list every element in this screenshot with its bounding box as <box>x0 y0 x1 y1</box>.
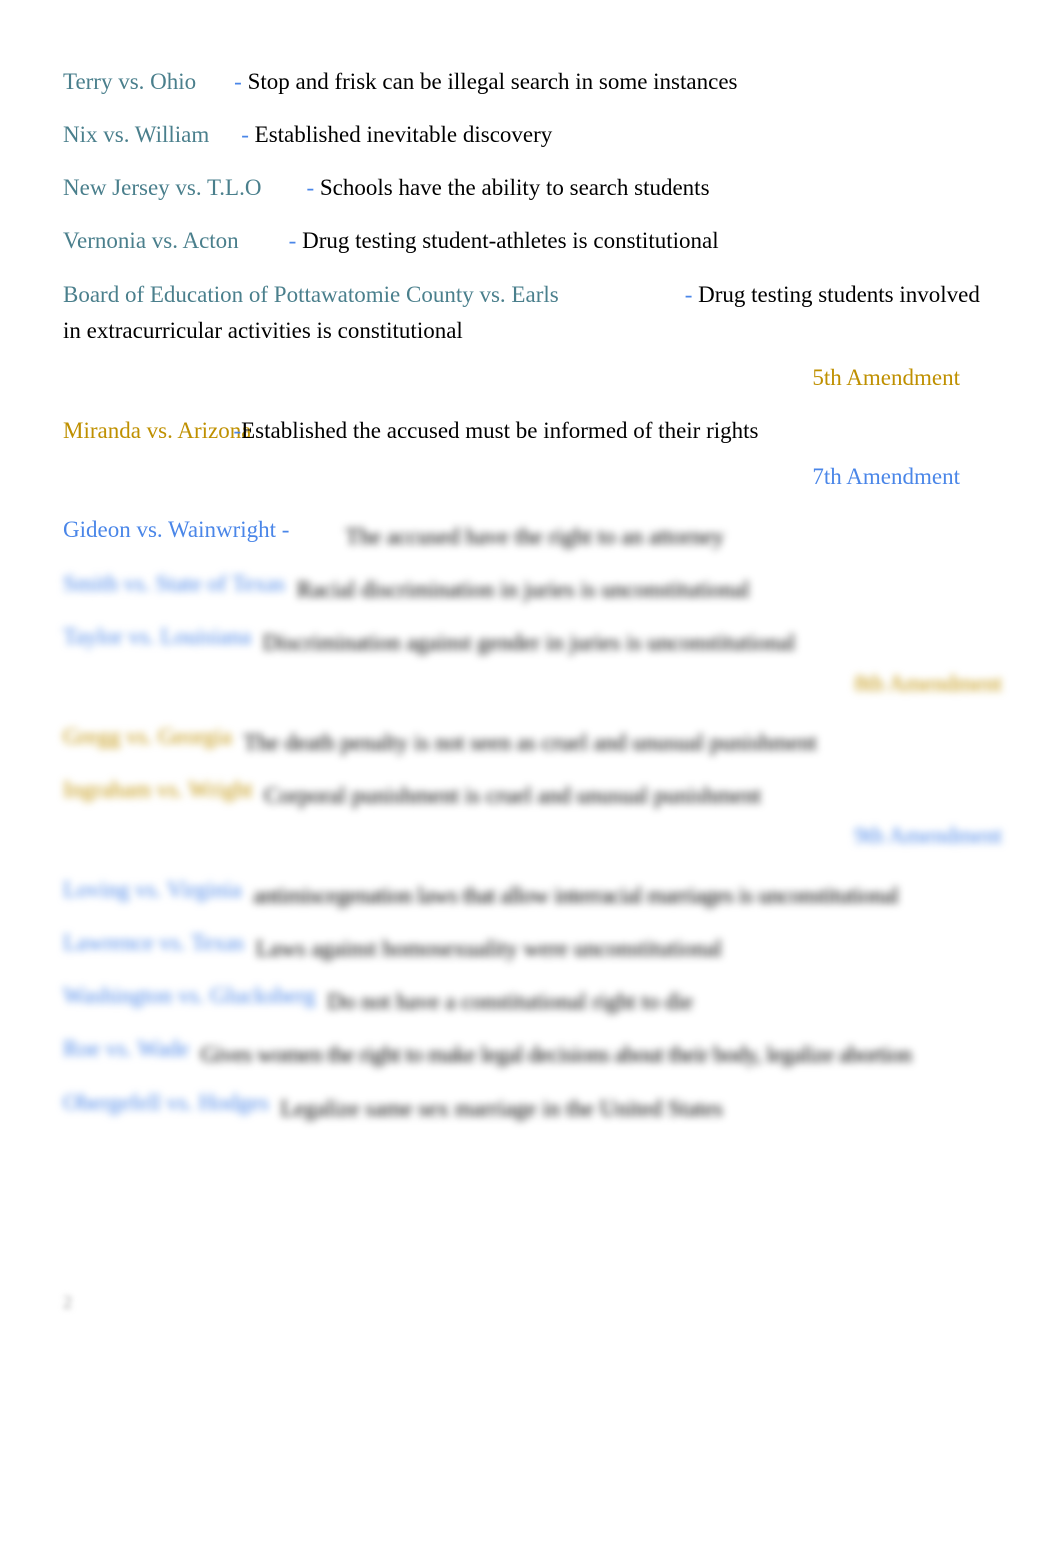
case-entry: Gregg vs. Georgia The death penalty is n… <box>63 723 817 755</box>
case-name: Smith vs. State of Texas <box>63 571 286 596</box>
case-description: The death penalty is not seen as cruel a… <box>243 730 817 755</box>
case-name: Terry vs. Ohio <box>63 69 197 94</box>
case-description: Racial discrimination in juries is uncon… <box>296 577 750 602</box>
case-name: Roe vs. Wade <box>63 1036 190 1061</box>
case-name: Miranda vs. Arizona <box>63 418 252 443</box>
page-number: 2 <box>63 1292 72 1312</box>
case-entry: Obergefell vs. Hodges Legalize same sex … <box>63 1089 723 1121</box>
case-description: Do not have a constitutional right to di… <box>327 989 694 1014</box>
case-name: Loving vs. Virginia <box>63 877 242 902</box>
case-entry: Nix vs. William - Established inevitable … <box>63 121 552 149</box>
case-entry: Board of Education of Pottawatomie Count… <box>63 281 980 309</box>
case-name: Lawrence vs. Texas <box>63 930 245 955</box>
case-description: Corporal punishment is cruel and unusual… <box>264 783 762 808</box>
dash: - <box>241 122 249 147</box>
case-name: Taylor vs. Louisiana <box>63 624 252 649</box>
case-description: Drug testing students involved <box>698 282 980 307</box>
case-entry: Gideon vs. Wainwright - The accused have … <box>63 516 724 549</box>
case-description: The accused have the right to an attorne… <box>345 524 725 549</box>
case-description: Drug testing student-athletes is constit… <box>302 228 719 253</box>
case-description: Stop and frisk can be illegal search in … <box>247 69 738 94</box>
dash: - <box>234 69 242 94</box>
case-name: Obergefell vs. Hodges <box>63 1090 269 1115</box>
case-entry: Vernonia vs. Acton - Drug testing student… <box>63 227 719 255</box>
case-description: Established inevitable discovery <box>254 122 553 147</box>
dash: - <box>288 228 297 253</box>
case-entry: Terry vs. Ohio - Stop and frisk can be il… <box>63 68 737 96</box>
case-entry: Washington vs. Glucksberg Do not have a … <box>63 982 693 1014</box>
case-name: Vernonia vs. Acton <box>63 228 239 253</box>
dash: - <box>684 282 693 307</box>
case-entry: Roe vs. Wade Gives women the right to ma… <box>63 1035 912 1067</box>
case-description: Schools have the ability to search stude… <box>319 175 710 200</box>
case-description: Established the accused must be informed… <box>241 418 759 443</box>
case-name: Gideon vs. Wainwright - <box>63 517 290 542</box>
case-name: Washington vs. Glucksberg <box>63 983 316 1008</box>
dash: - <box>233 418 242 443</box>
section-heading-9th: 9th Amendment <box>854 823 1002 848</box>
case-description: antimiscegenation laws that allow interr… <box>253 883 899 908</box>
case-name: Nix vs. William <box>63 122 210 147</box>
dash: - <box>306 175 315 200</box>
case-description: Laws against homosexuality were unconsti… <box>255 936 723 961</box>
case-description-continued: in extracurricular activities is constit… <box>63 318 463 343</box>
case-name: Ingraham vs. Wright <box>63 777 253 802</box>
case-name: Gregg vs. Georgia <box>63 724 232 749</box>
section-heading-8th: 8th Amendment <box>854 671 1002 696</box>
section-heading-7th: 7th Amendment <box>812 464 960 489</box>
document-page: Terry vs. Ohio - Stop and frisk can be il… <box>0 0 1062 1561</box>
case-description: Legalize same sex marriage in the United… <box>280 1096 723 1121</box>
section-heading-5th: 5th Amendment <box>812 365 960 390</box>
case-name: New Jersey vs. T.L.O <box>63 175 262 200</box>
case-name: Board of Education of Pottawatomie Count… <box>63 282 559 307</box>
case-entry: Miranda vs. Arizona-Established the accu… <box>63 417 758 445</box>
case-entry: Ingraham vs. Wright Corporal punishment … <box>63 776 761 808</box>
case-description: Discrimination against gender in juries … <box>262 630 796 655</box>
case-entry: Smith vs. State of Texas Racial discrimi… <box>63 570 750 602</box>
case-entry: Lawrence vs. Texas Laws against homosexu… <box>63 929 722 961</box>
case-description: Gives women the right to make legal deci… <box>200 1042 913 1067</box>
case-entry: Loving vs. Virginia antimiscegenation la… <box>63 876 899 908</box>
case-entry: Taylor vs. Louisiana Discrimination agai… <box>63 623 795 655</box>
case-entry: New Jersey vs. T.L.O - Schools have the a… <box>63 174 710 202</box>
